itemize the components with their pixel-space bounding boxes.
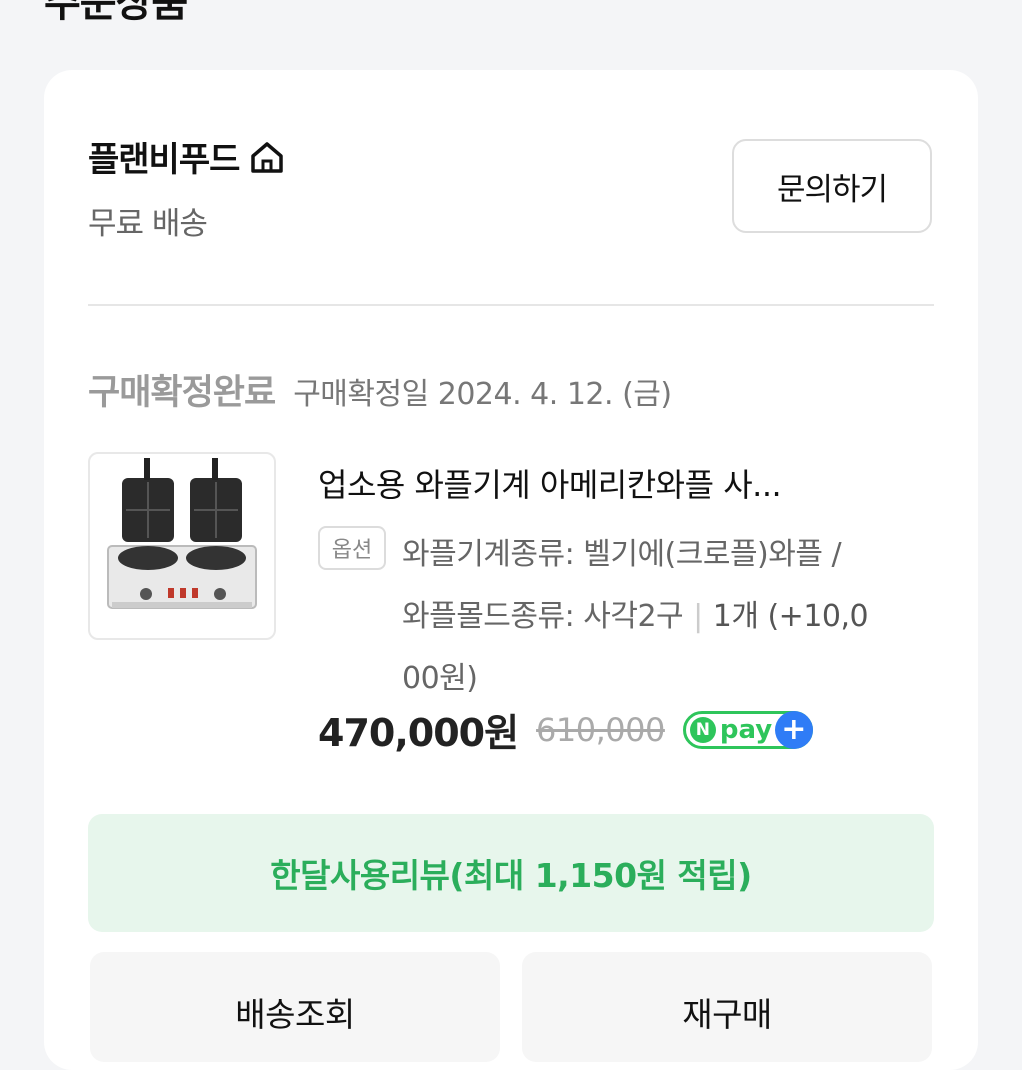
npay-label: pay: [719, 714, 773, 745]
rebuy-button[interactable]: 재구매: [522, 952, 932, 1062]
npay-plus-badge: N pay +: [682, 710, 813, 749]
option-line-2: 와플몰드종류: 사각2구 | 1개 (+10,0: [402, 586, 942, 648]
order-status-row: 구매확정완료 구매확정일 2024. 4. 12. (금): [88, 364, 672, 415]
inquiry-button[interactable]: 문의하기: [732, 139, 932, 233]
quantity: 1개 (+10,0: [712, 599, 869, 634]
plus-icon: +: [774, 710, 813, 749]
option-badge: 옵션: [318, 526, 386, 570]
store-name-label: 플랜비푸드: [88, 140, 240, 180]
home-icon: [251, 141, 284, 173]
price-row: 470,000원 610,000 N pay +: [318, 702, 813, 757]
option-line-3: 00원): [402, 661, 478, 696]
option-line-1: 와플기계종류: 벨기에(크로플)와플 /: [402, 537, 842, 572]
product-thumbnail[interactable]: [88, 452, 276, 640]
store-name[interactable]: 플랜비푸드: [88, 132, 287, 181]
option-details: 와플기계종류: 벨기에(크로플)와플 / 와플몰드종류: 사각2구 | 1개 (+1…: [402, 524, 942, 710]
shipping-info: 무료 배송: [88, 206, 208, 242]
confirm-date: 구매확정일 2024. 4. 12. (금): [293, 377, 672, 412]
separator: |: [693, 599, 703, 634]
divider: [88, 304, 934, 306]
close-icon[interactable]: [936, 0, 980, 16]
naver-n-icon: N: [689, 716, 716, 743]
product-name[interactable]: 업소용 와플기계 아메리칸와플 사...: [318, 460, 908, 506]
option-mold: 와플몰드종류: 사각2구: [402, 599, 684, 634]
price: 470,000원: [318, 711, 519, 755]
waffle-machine-image: [107, 458, 257, 609]
page-title: 주문상품: [44, 0, 188, 26]
review-button[interactable]: 한달사용리뷰(최대 1,150원 적립): [88, 814, 934, 932]
original-price: 610,000: [536, 710, 665, 749]
track-delivery-button[interactable]: 배송조회: [90, 952, 500, 1062]
order-status: 구매확정완료: [88, 373, 276, 413]
